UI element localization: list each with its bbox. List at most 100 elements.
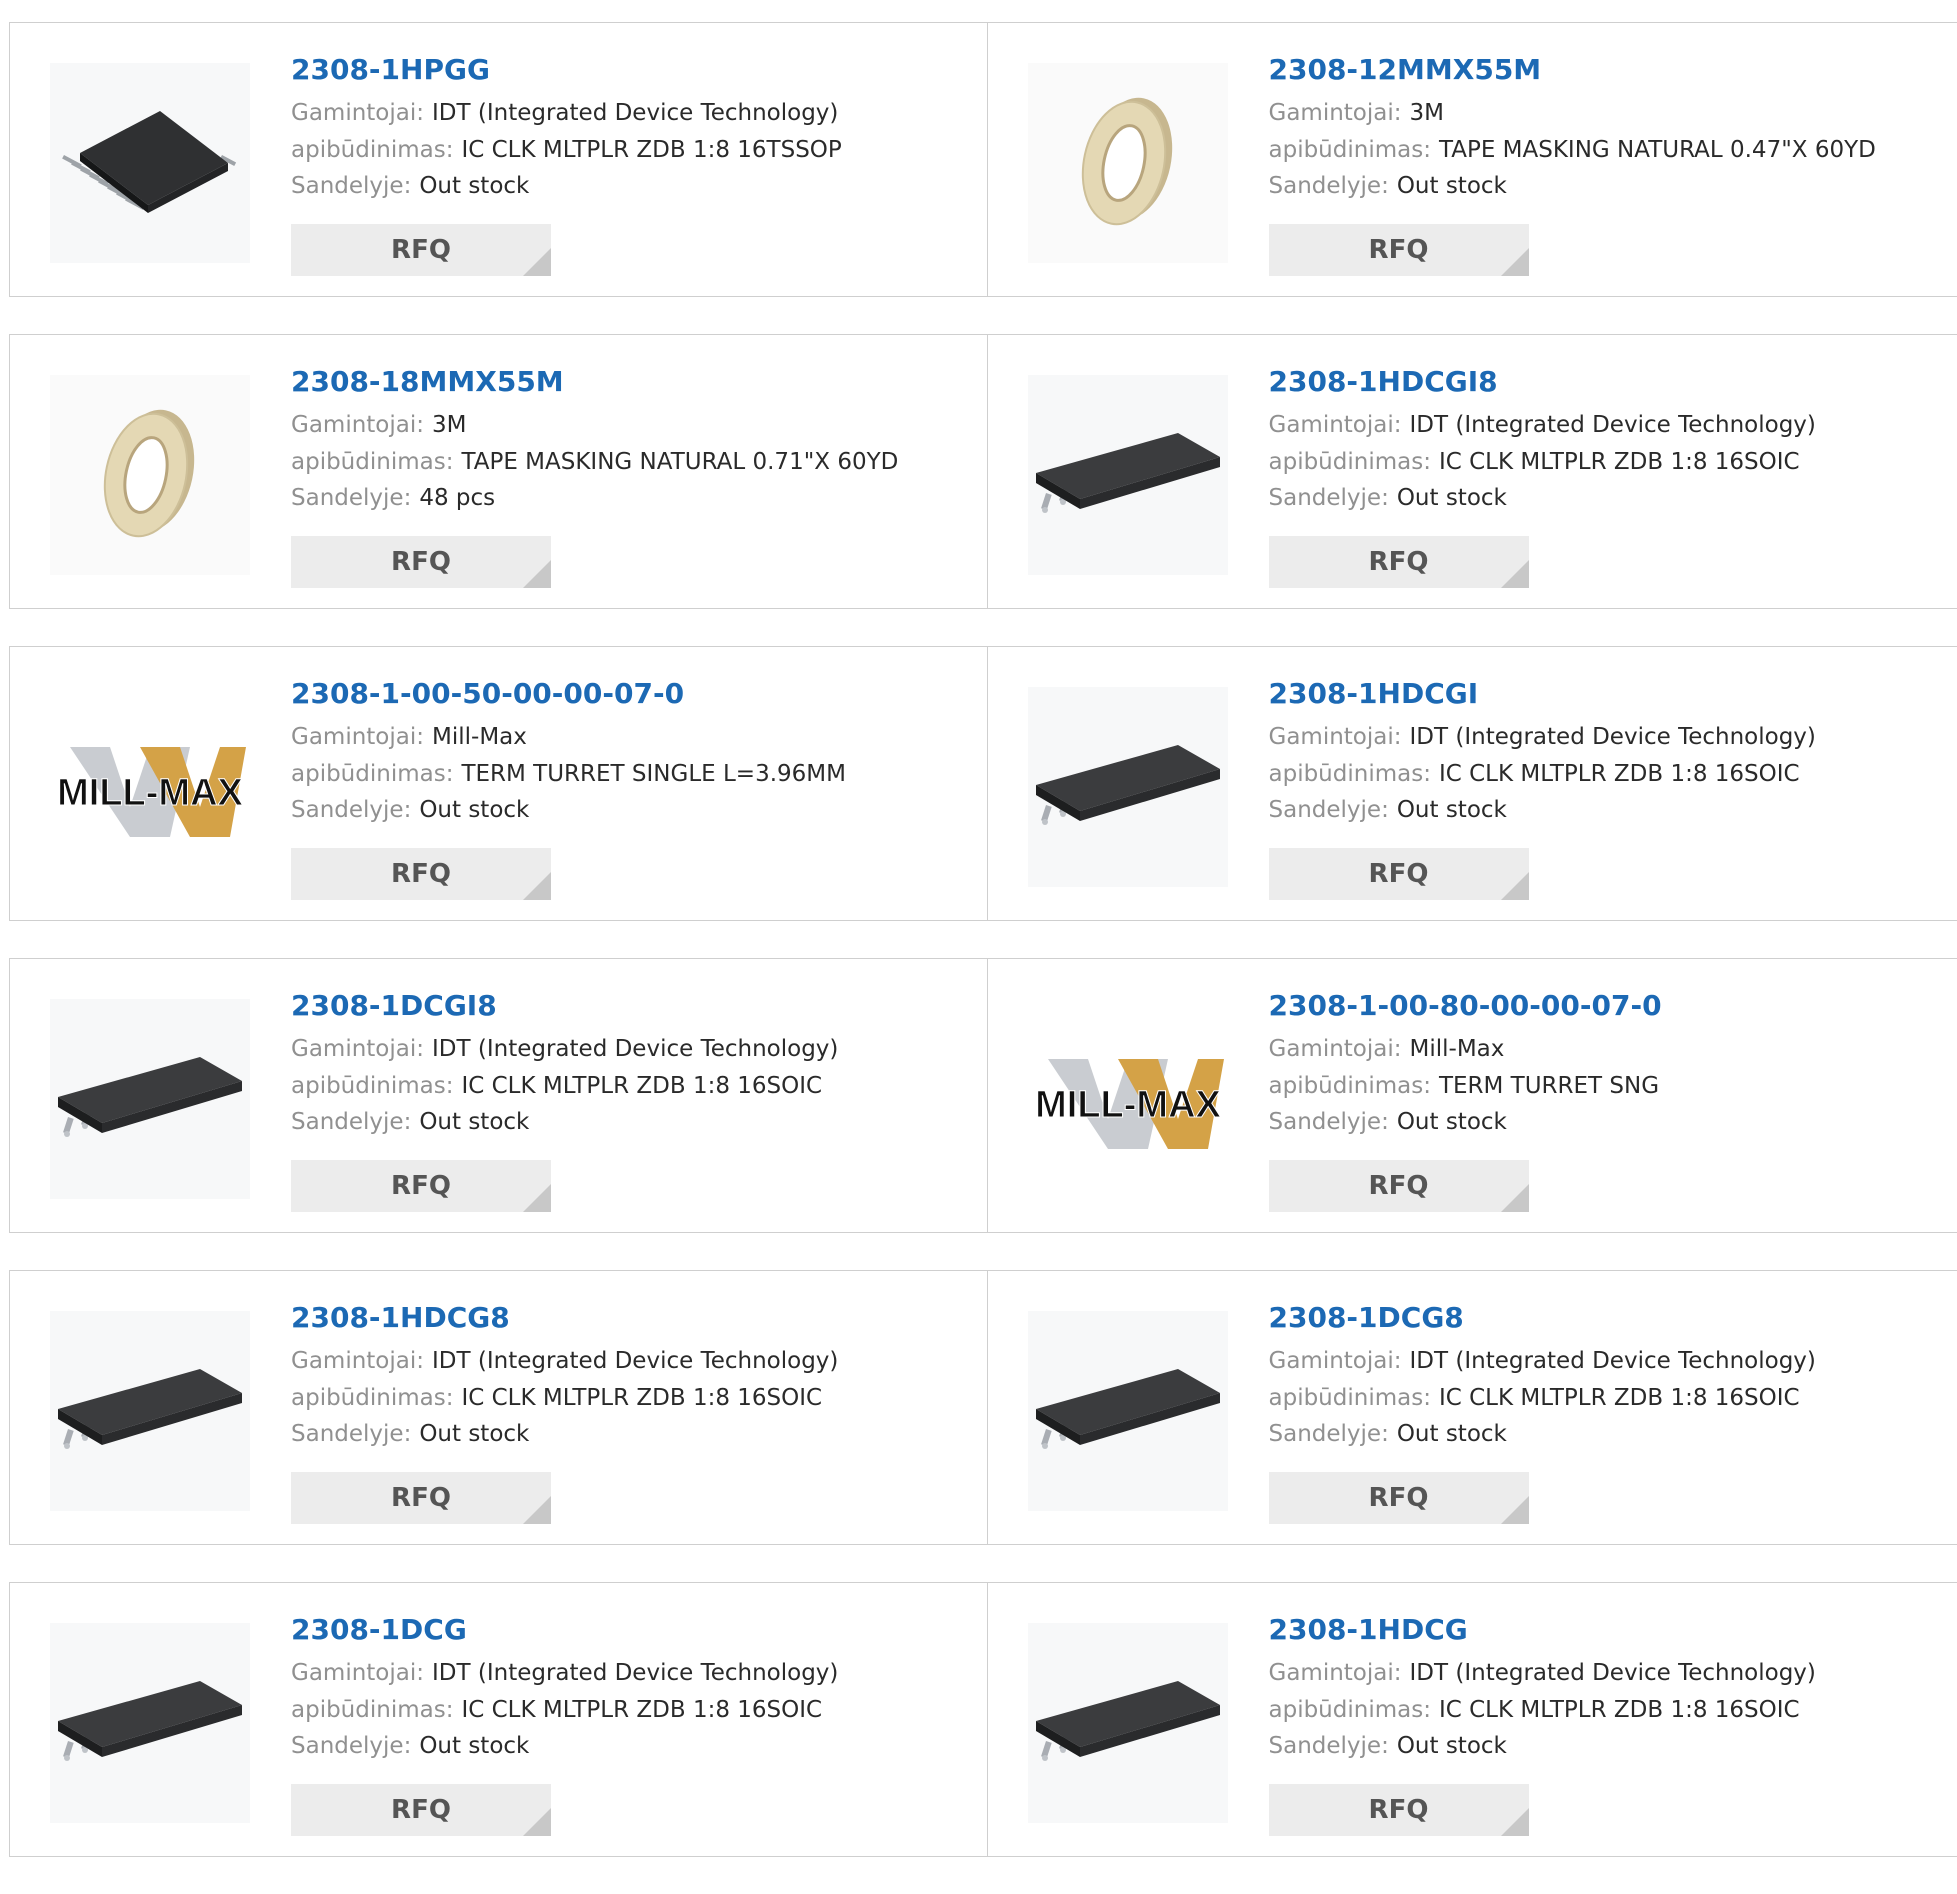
rfq-button[interactable]: RFQ xyxy=(291,1160,551,1212)
product-card: 2308-12MMX55MGamintojai:3Mapibūdinimas:T… xyxy=(987,23,1957,296)
part-number-link[interactable]: 2308-1HDCGI xyxy=(1269,677,1816,711)
rfq-label: RFQ xyxy=(391,1795,451,1825)
stock-label: Sandelyje: xyxy=(1269,1733,1389,1759)
manufacturer-line: Gamintojai: IDT (Integrated Device Techno… xyxy=(1269,1655,1816,1692)
mill-max-logo[interactable]: MILL-MAX xyxy=(50,687,250,887)
description-value: IC CLK MLTPLR ZDB 1:8 16SOIC xyxy=(461,1697,822,1723)
stock-line: Sandelyje:Out stock xyxy=(1269,168,1876,205)
stock-value: Out stock xyxy=(419,1109,529,1135)
part-number-link[interactable]: 2308-1HDCGI8 xyxy=(1269,365,1816,399)
manufacturer-value: IDT (Integrated Device Technology) xyxy=(1410,724,1816,750)
product-card: 2308-1HPGG Gamintojai:IDT (Integrated Dev… xyxy=(10,23,987,296)
part-number-link[interactable]: 2308-1HDCG8 xyxy=(291,1301,838,1335)
rfq-button[interactable]: RFQ xyxy=(1269,1160,1529,1212)
product-info: 2308-18MMX55MGamintojai:3Mapibūdinimas:T… xyxy=(291,365,898,517)
part-number-link[interactable]: 2308-12MMX55M xyxy=(1269,53,1876,87)
rfq-button[interactable]: RFQ xyxy=(1269,1784,1529,1836)
manufacturer-line: Gamintojai:3M xyxy=(1269,95,1876,132)
rfq-label: RFQ xyxy=(391,547,451,577)
part-number-link[interactable]: 2308-1HPGG xyxy=(291,53,842,87)
corner-triangle-icon xyxy=(523,248,551,276)
product-row: 2308-1HPGG Gamintojai:IDT (Integrated Dev… xyxy=(9,22,1957,297)
part-number-link[interactable]: 2308-1HDCG xyxy=(1269,1613,1816,1647)
soic-chip-icon[interactable] xyxy=(1028,687,1228,887)
tssop-chip-icon[interactable] xyxy=(50,63,250,263)
rfq-button[interactable]: RFQ xyxy=(291,536,551,588)
tape-roll-icon[interactable] xyxy=(1028,63,1228,263)
product-grid: 2308-1HPGG Gamintojai: IDT (Integrated Dev… xyxy=(9,22,1957,1894)
rfq-label: RFQ xyxy=(1369,1795,1429,1825)
stock-line: Sandelyje:48 pcs xyxy=(291,480,898,517)
description-label: apibūdinimas: xyxy=(291,1697,453,1723)
product-info: 2308-1HDCG Gamintojai: IDT (Integrated Dev… xyxy=(1269,1613,1816,1765)
rfq-button[interactable]: RFQ xyxy=(1269,536,1529,588)
manufacturer-value: IDT (Integrated Device Technology) xyxy=(432,1660,838,1686)
part-number-link[interactable]: 2308-1DCG xyxy=(291,1613,838,1647)
manufacturer-line: Gamintojai:Mill-Max xyxy=(291,719,846,756)
manufacturer-label: Gamintojai: xyxy=(291,412,424,438)
tape-roll-icon[interactable] xyxy=(50,375,250,575)
part-number-link[interactable]: 2308-1DCG8 xyxy=(1269,1301,1816,1335)
stock-line: Sandelyje:Out stock xyxy=(291,168,842,205)
manufacturer-label: Gamintojai: xyxy=(291,1660,424,1686)
product-card: MILL-MAX 2308-1-00-50-00-00-07-0 Gamintoja… xyxy=(10,647,987,920)
stock-value: Out stock xyxy=(1397,797,1507,823)
stock-label: Sandelyje: xyxy=(291,173,411,199)
manufacturer-line: Gamintojai: IDT (Integrated Device Techno… xyxy=(291,1655,838,1692)
manufacturer-line: Gamintojai:3M xyxy=(291,407,898,444)
corner-triangle-icon xyxy=(523,1496,551,1524)
rfq-button[interactable]: RFQ xyxy=(291,1472,551,1524)
rfq-label: RFQ xyxy=(391,1171,451,1201)
stock-label: Sandelyje: xyxy=(291,797,411,823)
manufacturer-line: Gamintojai:IDT (Integrated Device Techno… xyxy=(291,1343,838,1380)
soic-chip-icon[interactable] xyxy=(50,1311,250,1511)
manufacturer-line: Gamintojai:IDT (Integrated Device Techno… xyxy=(291,95,842,132)
description-value: IC CLK MLTPLR ZDB 1:8 16SOIC xyxy=(1439,1697,1800,1723)
part-number-link[interactable]: 2308-18MMX55M xyxy=(291,365,898,399)
product-card: 2308-1DCG Gamintojai: IDT (Integrated Devi… xyxy=(10,1583,987,1856)
rfq-button[interactable]: RFQ xyxy=(291,1784,551,1836)
manufacturer-value: IDT (Integrated Device Technology) xyxy=(1410,1660,1816,1686)
manufacturer-label: Gamintojai: xyxy=(1269,1660,1402,1686)
manufacturer-value: Mill-Max xyxy=(1410,1036,1505,1062)
manufacturer-label: Gamintojai: xyxy=(1269,1348,1402,1374)
product-row: 2308-1HDCG8 Gamintojai:IDT (Integrated De… xyxy=(9,1270,1957,1545)
description-line: apibūdinimas:IC CLK MLTPLR ZDB 1:8 16SOI… xyxy=(291,1380,838,1417)
rfq-button[interactable]: RFQ xyxy=(1269,848,1529,900)
manufacturer-label: Gamintojai: xyxy=(1269,724,1402,750)
soic-chip-icon[interactable] xyxy=(1028,1311,1228,1511)
product-row: 2308-1DCG Gamintojai: IDT (Integrated Devi… xyxy=(9,1582,1957,1857)
rfq-button[interactable]: RFQ xyxy=(1269,224,1529,276)
product-info: 2308-1HDCGI8Gamintojai:IDT (Integrated D… xyxy=(1269,365,1816,517)
manufacturer-label: Gamintojai: xyxy=(1269,1036,1402,1062)
rfq-label: RFQ xyxy=(1369,547,1429,577)
stock-label: Sandelyje: xyxy=(291,485,411,511)
part-number-link[interactable]: 2308-1-00-50-00-00-07-0 xyxy=(291,677,846,711)
description-label: apibūdinimas: xyxy=(1269,1697,1431,1723)
soic-chip-icon[interactable] xyxy=(1028,1623,1228,1823)
stock-value: Out stock xyxy=(419,1733,529,1759)
rfq-button[interactable]: RFQ xyxy=(291,224,551,276)
part-number-link[interactable]: 2308-1-00-80-00-00-07-0 xyxy=(1269,989,1662,1023)
rfq-button[interactable]: RFQ xyxy=(1269,1472,1529,1524)
part-number-link[interactable]: 2308-1DCGI8 xyxy=(291,989,838,1023)
product-info: 2308-1DCGI8Gamintojai:IDT (Integrated De… xyxy=(291,989,838,1141)
manufacturer-line: Gamintojai:IDT (Integrated Device Techno… xyxy=(1269,1343,1816,1380)
corner-triangle-icon xyxy=(523,1184,551,1212)
description-label: apibūdinimas: xyxy=(1269,1073,1431,1099)
stock-value: Out stock xyxy=(419,797,529,823)
product-card: MILL-MAX 2308-1-00-80-00-00-07-0 Gamintoja… xyxy=(987,959,1957,1232)
description-label: apibūdinimas: xyxy=(1269,449,1431,475)
description-label: apibūdinimas: xyxy=(291,449,453,475)
soic-chip-icon[interactable] xyxy=(50,1623,250,1823)
rfq-button[interactable]: RFQ xyxy=(291,848,551,900)
description-value: IC CLK MLTPLR ZDB 1:8 16SOIC xyxy=(461,1385,822,1411)
soic-chip-icon[interactable] xyxy=(1028,375,1228,575)
soic-chip-icon[interactable] xyxy=(50,999,250,1199)
product-card: 2308-1DCG8 Gamintojai:IDT (Integrated Dev… xyxy=(987,1271,1957,1544)
manufacturer-label: Gamintojai: xyxy=(1269,100,1402,126)
product-info: 2308-1DCG8 Gamintojai:IDT (Integrated Dev… xyxy=(1269,1301,1816,1453)
mill-max-logo[interactable]: MILL-MAX xyxy=(1028,999,1228,1199)
product-card: 2308-1HDCGI8Gamintojai:IDT (Integrated D… xyxy=(987,335,1957,608)
rfq-label: RFQ xyxy=(391,235,451,265)
